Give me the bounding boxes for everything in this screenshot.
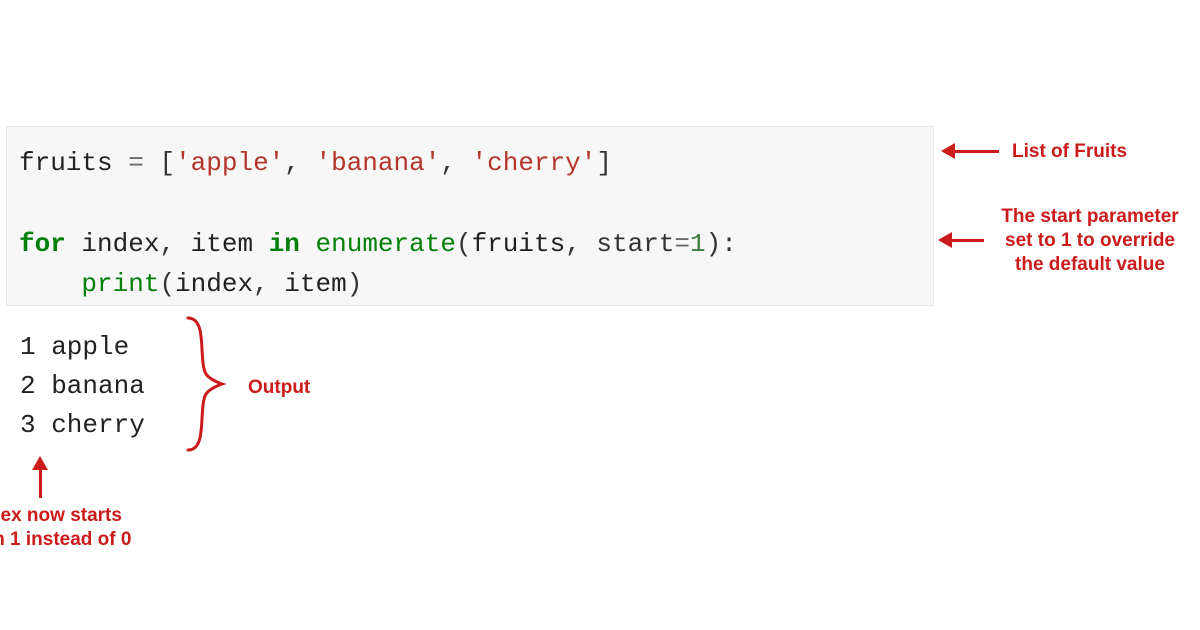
token-comma: , xyxy=(440,148,456,178)
token-string: 'cherry' xyxy=(472,148,597,178)
token-bracket: [ xyxy=(159,148,175,178)
token-paren: ( xyxy=(456,229,472,259)
token-var: item xyxy=(191,229,253,259)
token-string: 'apple' xyxy=(175,148,284,178)
code-line-2: for index, item in enumerate(fruits, sta… xyxy=(19,224,921,264)
token-string: 'banana' xyxy=(316,148,441,178)
token-var: index xyxy=(175,269,253,299)
code-line-3: print(index, item) xyxy=(19,264,921,304)
token-paren: ( xyxy=(159,269,175,299)
token-func: print xyxy=(81,269,159,299)
token-operator: = xyxy=(128,148,144,178)
token-number: 1 xyxy=(690,229,706,259)
arrow-line xyxy=(39,468,42,498)
code-line-1: fruits = ['apple', 'banana', 'cherry'] xyxy=(19,143,921,183)
token-paren: ) xyxy=(706,229,722,259)
token-keyword: in xyxy=(269,229,300,259)
token-var: index xyxy=(81,229,159,259)
annotation-list-label: List of Fruits xyxy=(1012,140,1127,164)
token-var: fruits xyxy=(472,229,566,259)
token-var: item xyxy=(284,269,346,299)
program-output: 1 apple 2 banana 3 cherry xyxy=(20,328,145,445)
token-comma: , xyxy=(253,269,269,299)
annotation-index-label: Index now starts from 1 instead of 0 xyxy=(0,504,132,552)
token-comma: , xyxy=(284,148,300,178)
token-var: fruits xyxy=(19,148,113,178)
arrow-line xyxy=(955,150,999,153)
arrow-left-icon xyxy=(938,232,952,248)
token-comma: , xyxy=(565,229,581,259)
arrow-left-icon xyxy=(941,143,955,159)
token-paren: ) xyxy=(347,269,363,299)
output-line: 3 cherry xyxy=(20,406,145,445)
python-code-block: fruits = ['apple', 'banana', 'cherry'] f… xyxy=(6,126,934,306)
token-colon: : xyxy=(721,229,737,259)
token-comma: , xyxy=(159,229,175,259)
annotation-start-label: The start parameter set to 1 to override… xyxy=(990,205,1190,276)
output-line: 2 banana xyxy=(20,367,145,406)
code-line-blank xyxy=(19,183,921,223)
token-bracket: ] xyxy=(596,148,612,178)
token-operator: = xyxy=(674,229,690,259)
token-keyword: for xyxy=(19,229,66,259)
output-line: 1 apple xyxy=(20,328,145,367)
annotation-output-label: Output xyxy=(248,376,310,400)
brace-icon xyxy=(182,314,232,454)
token-func: enumerate xyxy=(316,229,456,259)
arrow-line xyxy=(952,239,984,242)
token-kwarg: start xyxy=(596,229,674,259)
